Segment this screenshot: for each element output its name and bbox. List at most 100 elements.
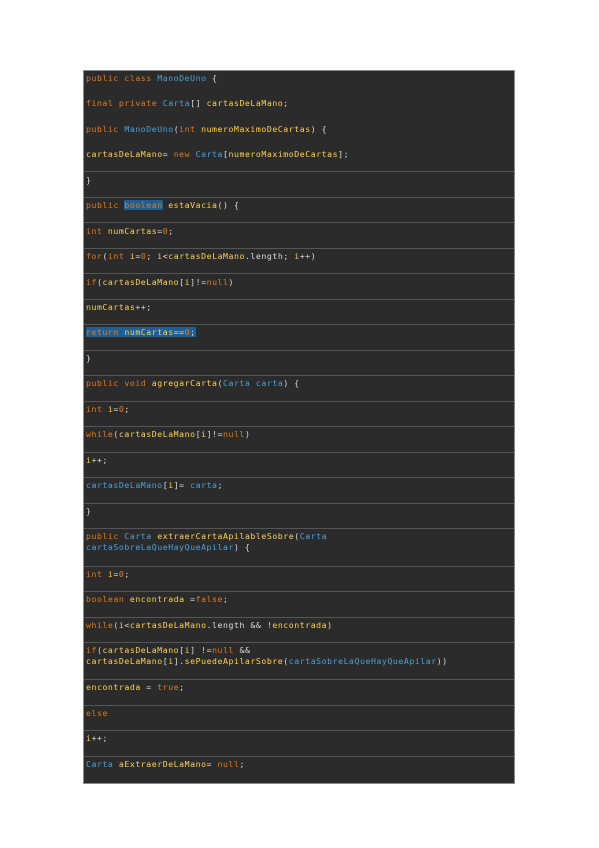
code-token: == [173,327,185,337]
code-line: i++; [84,455,514,466]
code-token: } [86,175,92,185]
code-line-content: encontrada = true; [86,682,185,692]
code-token: int [86,226,108,236]
code-token: int [86,404,108,414]
row-separator [84,756,514,757]
code-token: = [184,594,196,604]
code-token: && [233,645,251,655]
code-token: carta [255,378,284,388]
code-token: [] [190,98,207,108]
code-token: { [206,73,218,83]
code-token: )) [436,656,448,666]
code-line: } [84,506,514,517]
code-token: cartaSobreLaQueHayQueApilar [86,542,234,552]
code-token: Carta [223,378,256,388]
code-line: public ManoDeUno(int numeroMaximoDeCarta… [84,124,514,135]
code-line-content: while(cartasDeLaMano[i]!=null) [86,429,250,439]
row-separator [84,401,514,402]
code-token: boolean [124,200,163,210]
code-token: ; [124,569,130,579]
code-token: ; [179,682,185,692]
code-token: while [86,429,114,439]
code-token: ] != [190,645,213,655]
code-token: Carta [299,531,328,541]
code-token: numCartas [86,302,136,312]
code-token: numeroMaximoDeCartas [228,149,339,159]
code-line-content: else [86,708,108,718]
code-token: = [162,149,174,159]
code-line: final private Carta[] cartasDeLaMano; [84,98,514,109]
code-token: = [206,759,218,769]
row-separator [84,503,514,504]
code-token: return [86,327,125,337]
code-line: if(cartasDeLaMano[i]!=null) [84,277,514,288]
code-line-content: public boolean estaVacia() { [86,200,239,210]
code-token: public [86,124,125,134]
code-token: public class [86,73,158,83]
code-token: boolean [86,594,130,604]
code-token: int [179,124,202,134]
code-line-content: i++; [86,455,108,465]
code-line-continuation: cartaSobreLaQueHayQueApilar) { [86,542,250,552]
code-token: cartasDeLaMano [102,645,180,655]
row-separator [84,248,514,249]
code-token: ++; [91,455,108,465]
code-token: if [86,277,97,287]
code-token: ++) [299,251,317,261]
code-token: ; [168,226,174,236]
code-block: public class ManoDeUno { final private Ca… [83,70,515,784]
code-token: while [86,620,114,630]
code-line: while(cartasDeLaMano[i]!=null) [84,429,514,440]
code-line-content: cartasDeLaMano= new Carta[numeroMaximoDe… [86,149,349,159]
code-line-content: int i=0; [86,404,130,414]
code-token: public [86,200,125,210]
code-token: () { [217,200,240,210]
code-line-content: numCartas++; [86,302,152,312]
code-token: null [223,429,245,439]
code-token: int [107,251,130,261]
code-line: if(cartasDeLaMano[i] !=null && cartasDeLa… [84,645,514,667]
code-line: int i=0; [84,404,514,415]
row-separator [84,350,514,351]
code-token: carta [190,480,218,490]
code-line-content: public Carta extraerCartaApilableSobre(C… [86,531,327,541]
code-token: cartasDeLaMano [86,149,163,159]
row-separator [84,591,514,592]
code-line-content: boolean encontrada =false; [86,594,229,604]
code-token: encontrada [272,620,328,630]
row-separator [84,679,514,680]
code-token: ; [283,98,289,108]
code-token: ++; [135,302,152,312]
code-token: ; [146,251,158,261]
code-line-content: if(cartasDeLaMano[i]!=null) [86,277,234,287]
code-token: ]!= [190,277,207,287]
code-token: null [206,277,229,287]
code-token: cartasDeLaMano [102,277,180,287]
code-token: cartasDeLaMano [118,429,196,439]
code-token: ]= [173,480,191,490]
code-line-content: public void agregarCarta(Carta carta) { [86,378,300,388]
row-separator [84,375,514,376]
code-line: while(i<cartasDeLaMano.length && !encont… [84,620,514,631]
code-token: ManoDeUno [157,73,207,83]
code-line: encontrada = true; [84,682,514,693]
code-token: null [217,759,240,769]
code-line-continuation: cartasDeLaMano[i].sePuedeApilarSobre(car… [86,656,448,666]
code-token: ) { [233,542,251,552]
code-line: } [84,353,514,364]
code-token: ) { [310,124,328,134]
code-token: Carta [124,531,158,541]
code-line: } [84,175,514,186]
code-line-content: final private Carta[] cartasDeLaMano; [86,98,289,108]
row-separator [84,273,514,274]
code-token: ; [223,594,229,604]
code-token: aExtraerDeLaMano [118,759,207,769]
code-line-content: } [86,506,91,516]
code-line-content: Carta aExtraerDeLaMano= null; [86,759,245,769]
code-line: int i=0; [84,569,514,580]
code-token: ]!= [206,429,224,439]
code-token: encontrada [86,682,141,692]
code-token: ManoDeUno [124,124,174,134]
code-token: .length && ! [206,620,273,630]
row-separator [84,171,514,172]
